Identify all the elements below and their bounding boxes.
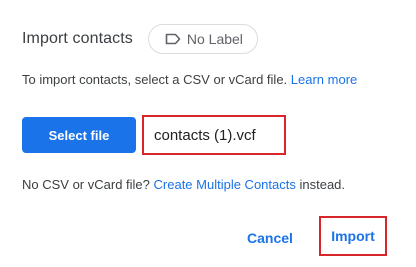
- create-multiple-contacts-link[interactable]: Create Multiple Contacts: [154, 177, 296, 192]
- import-instructions: To import contacts, select a CSV or vCar…: [22, 72, 357, 87]
- import-contacts-dialog: Import contacts No Label To import conta…: [0, 0, 416, 267]
- cancel-button[interactable]: Cancel: [236, 222, 304, 254]
- no-file-hint: No CSV or vCard file? Create Multiple Co…: [22, 177, 345, 192]
- no-file-suffix: instead.: [299, 177, 346, 192]
- import-button[interactable]: Import: [319, 216, 387, 256]
- label-chip[interactable]: No Label: [147, 24, 258, 54]
- instructions-text: To import contacts, select a CSV or vCar…: [22, 72, 288, 87]
- dialog-header: Import contacts No Label: [22, 24, 258, 54]
- label-icon: [165, 33, 181, 45]
- select-file-button[interactable]: Select file: [22, 117, 136, 153]
- selected-file-name: contacts (1).vcf: [142, 115, 286, 155]
- learn-more-link[interactable]: Learn more: [291, 72, 357, 87]
- dialog-title: Import contacts: [22, 30, 133, 47]
- no-file-prefix: No CSV or vCard file?: [22, 177, 150, 192]
- label-chip-text: No Label: [186, 31, 243, 47]
